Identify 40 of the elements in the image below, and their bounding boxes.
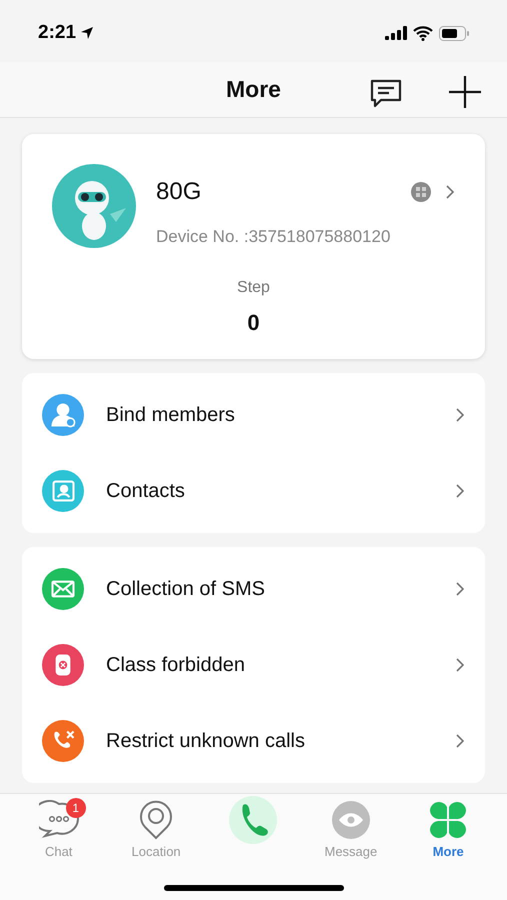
status-time: 2:21 — [38, 20, 76, 45]
menu-item-label: Restrict unknown calls — [106, 728, 306, 754]
chat-bubble-icon — [38, 800, 79, 840]
menu-item[interactable]: Class forbidden — [22, 626, 485, 702]
menu-item[interactable]: Contacts — [22, 452, 485, 528]
device-number: Device No. :357518075880120 — [156, 226, 392, 248]
eye-icon — [332, 801, 370, 839]
menu-item-label: Collection of SMS — [106, 576, 266, 602]
chevron-icon — [455, 482, 465, 498]
location-pin-icon — [138, 800, 174, 840]
menu-item[interactable]: Collection of SMS — [22, 550, 485, 626]
unread-badge: 1 — [66, 798, 86, 818]
page-title: More — [226, 75, 281, 104]
menu-item-label: Contacts — [106, 478, 186, 504]
tab[interactable]: More — [403, 798, 494, 862]
message-button[interactable] — [369, 78, 403, 108]
menu-item[interactable]: Bind members — [22, 376, 485, 452]
step-value: 0 — [247, 308, 260, 336]
chevron-icon — [455, 732, 465, 748]
location-arrow-icon — [80, 26, 94, 40]
qr-code-icon[interactable] — [411, 182, 431, 202]
wifi-icon — [413, 26, 433, 40]
signal-icon — [385, 26, 407, 40]
chevron-icon — [455, 656, 465, 672]
step-label: Step — [237, 278, 270, 298]
menu-item-label: Class forbidden — [106, 652, 246, 678]
add-button[interactable] — [449, 76, 481, 108]
phone-icon — [229, 796, 278, 844]
clover-icon — [428, 800, 468, 840]
chevron-icon — [455, 406, 465, 422]
plus-icon — [449, 76, 481, 108]
menu-item-label: Bind members — [106, 402, 236, 428]
tab[interactable]: Chat 1 — [14, 798, 104, 862]
device-card[interactable]: 80G Device No. :357518075880120 Step 0 — [22, 134, 485, 358]
chevron-icon — [445, 184, 455, 200]
chevron-icon — [455, 580, 465, 596]
chat-icon — [369, 78, 403, 108]
menu-item[interactable]: Restrict unknown calls — [22, 702, 485, 778]
device-name: 80G — [156, 177, 202, 207]
battery-icon — [439, 26, 469, 40]
